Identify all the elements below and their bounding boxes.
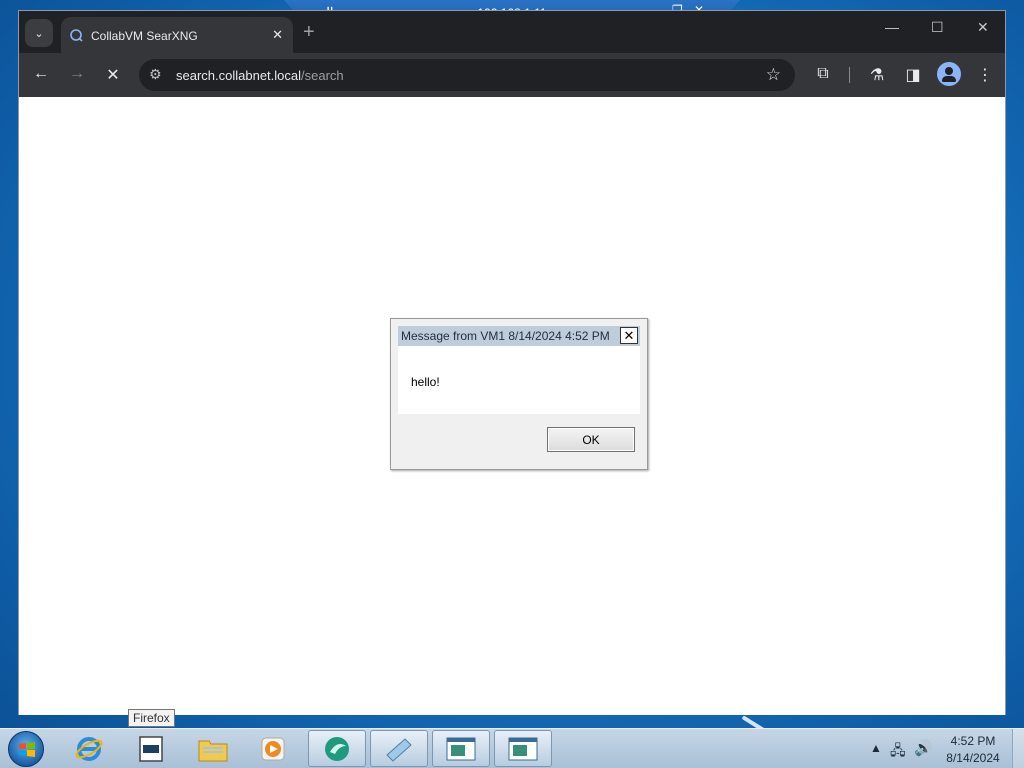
new-tab-button[interactable]: + [303,21,315,44]
tab-title: CollabVM SearXNG [91,29,198,43]
start-button[interactable] [8,731,44,767]
back-arrow-icon[interactable]: ← [31,65,51,83]
taskbar-file-explorer[interactable] [184,730,242,767]
dialog-title: Message from VM1 8/14/2024 4:52 PM [401,329,610,343]
dialog-message: hello! [411,375,440,389]
site-info-icon[interactable]: ⚙ [149,66,162,83]
dialog-body: hello! [398,346,640,414]
taskbar-app-window[interactable] [122,730,180,767]
window-close-icon[interactable]: ✕ [977,19,989,36]
clock-time: 4:52 PM [950,734,996,748]
searxng-favicon-icon [70,29,83,42]
bookmark-star-icon[interactable]: ☆ [766,65,781,85]
url-path: /search [301,68,344,83]
stop-loading-icon[interactable]: ✕ [103,65,123,85]
extensions-puzzle-icon[interactable]: ⧉ [813,65,833,83]
tab-close-icon[interactable]: ✕ [272,27,283,43]
taskbar-window-1[interactable] [432,730,490,767]
url-host: search.collabnet.local [176,68,302,83]
tab-strip: ⌄ CollabVM SearXNG ✕ + — ☐ ✕ [19,11,1005,53]
profile-avatar-icon[interactable] [937,62,961,86]
windows-logo-icon [19,742,35,757]
app-window-icon [139,735,163,762]
taskbar-app-tile[interactable] [370,730,428,767]
window-2-icon [508,737,538,760]
window-minimize-icon[interactable]: — [885,19,899,35]
toolbar-divider [849,67,850,83]
tile-app-icon [386,737,412,762]
folder-icon [198,740,228,761]
media-player-icon [261,737,285,760]
ok-button[interactable]: OK [547,427,635,452]
dialog-titlebar[interactable]: Message from VM1 8/14/2024 4:52 PM ✕ [398,326,640,346]
tray-expand-icon[interactable]: ▲ [870,741,882,768]
dialog-close-button[interactable]: ✕ [620,327,638,344]
clock-date: 8/14/2024 [946,751,1000,765]
url-text[interactable]: search.collabnet.local/search [176,68,344,83]
internet-explorer-icon [75,736,103,761]
green-app-icon [325,736,349,761]
window-1-icon [446,737,476,760]
forward-arrow-icon[interactable]: → [67,65,87,83]
message-dialog: Message from VM1 8/14/2024 4:52 PM ✕ hel… [390,318,648,470]
volume-icon[interactable]: 🔊 [914,739,933,768]
system-clock[interactable]: 4:52 PM 8/14/2024 [942,733,1004,767]
side-panel-icon[interactable]: ◨ [903,65,923,85]
network-icon[interactable]: 🖧 [890,740,906,768]
show-desktop-button[interactable] [1012,729,1024,768]
tab-active[interactable]: CollabVM SearXNG ✕ [61,17,293,53]
tab-search-button[interactable]: ⌄ [25,19,53,47]
chevron-down-icon: ⌄ [34,27,44,40]
browser-toolbar: ← → ✕ ⚙ search.collabnet.local/search ☆ … [19,53,1005,97]
labs-flask-icon[interactable]: ⚗ [867,65,887,85]
window-maximize-icon[interactable]: ☐ [931,19,944,36]
taskbar-window-2[interactable] [494,730,552,767]
taskbar-internet-explorer[interactable] [60,730,118,767]
address-bar[interactable]: ⚙ search.collabnet.local/search ☆ [139,59,795,91]
taskbar-app-green[interactable] [308,730,366,767]
menu-kebab-icon[interactable]: ⋮ [975,65,995,85]
taskbar-tooltip: Firefox [128,709,175,727]
taskbar: ▲ 🖧 🔊 4:52 PM 8/14/2024 [0,728,1024,768]
taskbar-media-player[interactable] [244,730,302,767]
